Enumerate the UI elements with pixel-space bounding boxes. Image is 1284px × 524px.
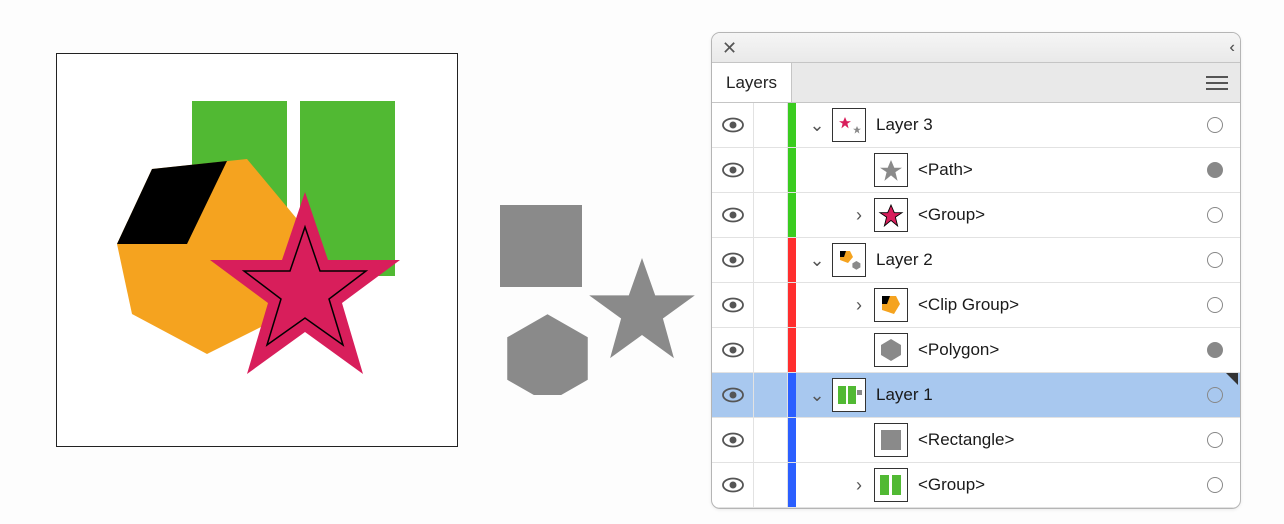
target-button[interactable]: [1190, 207, 1240, 223]
layer-color-strip: [788, 463, 796, 507]
layer-row-layer3[interactable]: ⌄ Layer 3: [712, 103, 1240, 148]
grey-preview-shapes: [490, 205, 710, 400]
layer-thumbnail: [874, 333, 908, 367]
canvas-artboard: [56, 53, 458, 447]
visibility-toggle[interactable]: [712, 418, 754, 462]
layer-thumbnail: [874, 198, 908, 232]
lock-toggle[interactable]: [754, 418, 788, 462]
layers-panel: ✕ ‹‹ Layers ⌄ Layer 3 <Path> › <Group> ⌄ Layer…: [711, 32, 1241, 509]
panel-titlebar[interactable]: ✕ ‹‹: [712, 33, 1240, 63]
target-button[interactable]: [1190, 117, 1240, 133]
lock-toggle[interactable]: [754, 283, 788, 327]
layer-thumbnail: [832, 108, 866, 142]
target-button[interactable]: [1190, 297, 1240, 313]
layer-row-rect[interactable]: <Rectangle>: [712, 418, 1240, 463]
close-icon[interactable]: ✕: [722, 39, 737, 57]
layer-name-label[interactable]: Layer 3: [876, 115, 1190, 135]
layer-thumbnail: [874, 288, 908, 322]
layer-name-label[interactable]: <Path>: [918, 160, 1190, 180]
layer-color-strip: [788, 328, 796, 372]
tab-layers[interactable]: Layers: [712, 63, 792, 102]
layer-name-label[interactable]: <Group>: [918, 205, 1190, 225]
layer-row-polygon[interactable]: <Polygon>: [712, 328, 1240, 373]
artwork-svg: [57, 54, 457, 446]
target-button[interactable]: [1190, 477, 1240, 493]
layer-color-strip: [788, 148, 796, 192]
layer-color-strip: [788, 103, 796, 147]
layer-row-layer1[interactable]: ⌄ Layer 1: [712, 373, 1240, 418]
layer-name-label[interactable]: <Clip Group>: [918, 295, 1190, 315]
layer-row-group1[interactable]: › <Group>: [712, 463, 1240, 508]
collapse-icon[interactable]: ‹‹: [1229, 39, 1230, 57]
visibility-toggle[interactable]: [712, 103, 754, 147]
lock-toggle[interactable]: [754, 148, 788, 192]
target-button[interactable]: [1190, 342, 1240, 358]
disclosure-arrow[interactable]: ⌄: [802, 251, 832, 269]
lock-toggle[interactable]: [754, 463, 788, 507]
layer-color-strip: [788, 238, 796, 282]
disclosure-arrow[interactable]: ⌄: [802, 386, 832, 404]
target-button[interactable]: [1190, 387, 1240, 403]
layer-name-label[interactable]: <Polygon>: [918, 340, 1190, 360]
layer-name-label[interactable]: <Rectangle>: [918, 430, 1190, 450]
visibility-toggle[interactable]: [712, 148, 754, 192]
disclosure-arrow[interactable]: ›: [844, 476, 874, 494]
visibility-toggle[interactable]: [712, 238, 754, 282]
lock-toggle[interactable]: [754, 103, 788, 147]
lock-toggle[interactable]: [754, 373, 788, 417]
layer-row-path[interactable]: <Path>: [712, 148, 1240, 193]
layer-name-label[interactable]: Layer 1: [876, 385, 1190, 405]
layer-thumbnail: [832, 378, 866, 412]
selection-indicator: [1226, 373, 1238, 385]
visibility-toggle[interactable]: [712, 373, 754, 417]
lock-toggle[interactable]: [754, 193, 788, 237]
layer-thumbnail: [874, 468, 908, 502]
layer-row-clipgroup[interactable]: › <Clip Group>: [712, 283, 1240, 328]
disclosure-arrow[interactable]: ›: [844, 296, 874, 314]
layer-name-label[interactable]: <Group>: [918, 475, 1190, 495]
visibility-toggle[interactable]: [712, 463, 754, 507]
layer-color-strip: [788, 418, 796, 462]
visibility-toggle[interactable]: [712, 193, 754, 237]
layer-row-layer2[interactable]: ⌄ Layer 2: [712, 238, 1240, 283]
disclosure-arrow[interactable]: ›: [844, 206, 874, 224]
layer-color-strip: [788, 373, 796, 417]
layer-thumbnail: [874, 423, 908, 457]
layer-color-strip: [788, 193, 796, 237]
target-button[interactable]: [1190, 162, 1240, 178]
layer-name-label[interactable]: Layer 2: [876, 250, 1190, 270]
panel-tabs: Layers: [712, 63, 1240, 103]
layer-thumbnail: [874, 153, 908, 187]
visibility-toggle[interactable]: [712, 328, 754, 372]
layer-row-group3[interactable]: › <Group>: [712, 193, 1240, 238]
layer-color-strip: [788, 283, 796, 327]
lock-toggle[interactable]: [754, 328, 788, 372]
panel-menu-icon[interactable]: [1194, 63, 1240, 102]
target-button[interactable]: [1190, 252, 1240, 268]
disclosure-arrow[interactable]: ⌄: [802, 116, 832, 134]
visibility-toggle[interactable]: [712, 283, 754, 327]
target-button[interactable]: [1190, 432, 1240, 448]
layer-list: ⌄ Layer 3 <Path> › <Group> ⌄ Layer 2 › <Clip Gro…: [712, 103, 1240, 508]
layer-thumbnail: [832, 243, 866, 277]
lock-toggle[interactable]: [754, 238, 788, 282]
